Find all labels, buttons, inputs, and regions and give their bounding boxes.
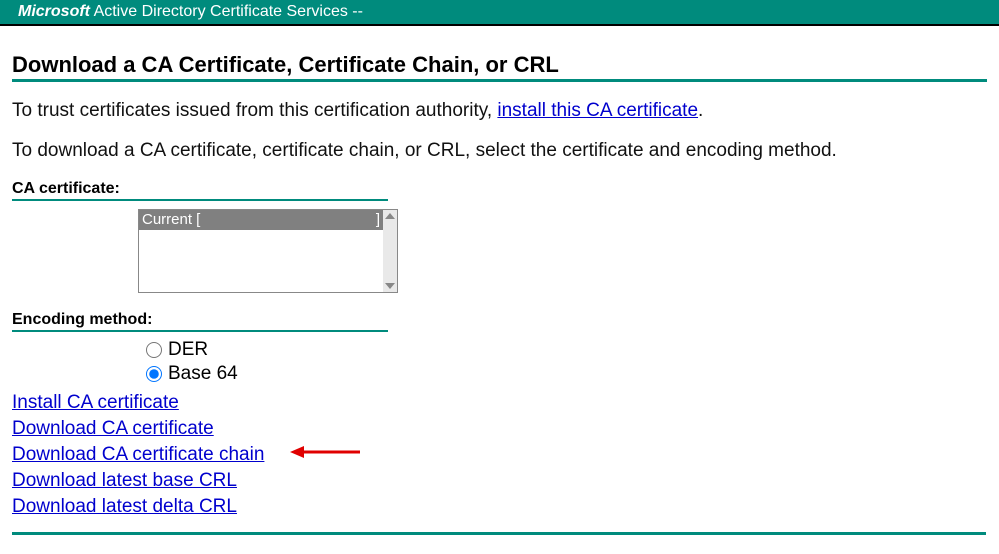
page-title: Download a CA Certificate, Certificate C… [12,52,987,82]
action-links: Install CA certificate Download CA certi… [12,390,987,520]
scroll-down-icon[interactable] [385,283,395,289]
ca-certificate-label: CA certificate: [12,180,388,201]
ca-list-selected-left: Current [ [142,211,200,229]
encoding-radio-base64-row[interactable]: Base 64 [138,362,987,386]
encoding-radio-der[interactable] [146,342,162,358]
install-ca-inline-link[interactable]: install this CA certificate [497,100,698,121]
content-area: Download a CA Certificate, Certificate C… [0,26,999,539]
red-arrow-annotation [290,441,360,467]
download-ca-chain-link[interactable]: Download CA certificate chain [12,442,264,468]
intro1-prefix: To trust certificates issued from this c… [12,100,497,121]
download-base-crl-link[interactable]: Download latest base CRL [12,468,237,494]
header-bar: Microsoft Active Directory Certificate S… [0,0,999,26]
encoding-base64-label: Base 64 [168,362,238,386]
scroll-up-icon[interactable] [385,213,395,219]
encoding-radio-group: DER Base 64 [138,338,987,386]
bottom-divider [12,532,986,535]
encoding-method-label: Encoding method: [12,311,388,332]
install-ca-link[interactable]: Install CA certificate [12,390,179,416]
listbox-scrollbar[interactable] [383,210,397,292]
intro-text-1: To trust certificates issued from this c… [12,100,987,122]
ca-list-selected-item[interactable]: Current [ ] [139,210,383,230]
intro1-suffix: . [698,100,703,121]
ca-certificate-listbox[interactable]: Current [ ] [138,209,398,293]
download-ca-cert-link[interactable]: Download CA certificate [12,416,214,442]
service-name: Active Directory Certificate Services -- [90,3,363,20]
ca-list-selected-right: ] [376,211,380,229]
brand-label: Microsoft [18,3,90,20]
encoding-radio-base64[interactable] [146,366,162,382]
encoding-der-label: DER [168,338,208,362]
encoding-radio-der-row[interactable]: DER [138,338,987,362]
download-delta-crl-link[interactable]: Download latest delta CRL [12,494,237,520]
intro-text-2: To download a CA certificate, certificat… [12,140,987,162]
